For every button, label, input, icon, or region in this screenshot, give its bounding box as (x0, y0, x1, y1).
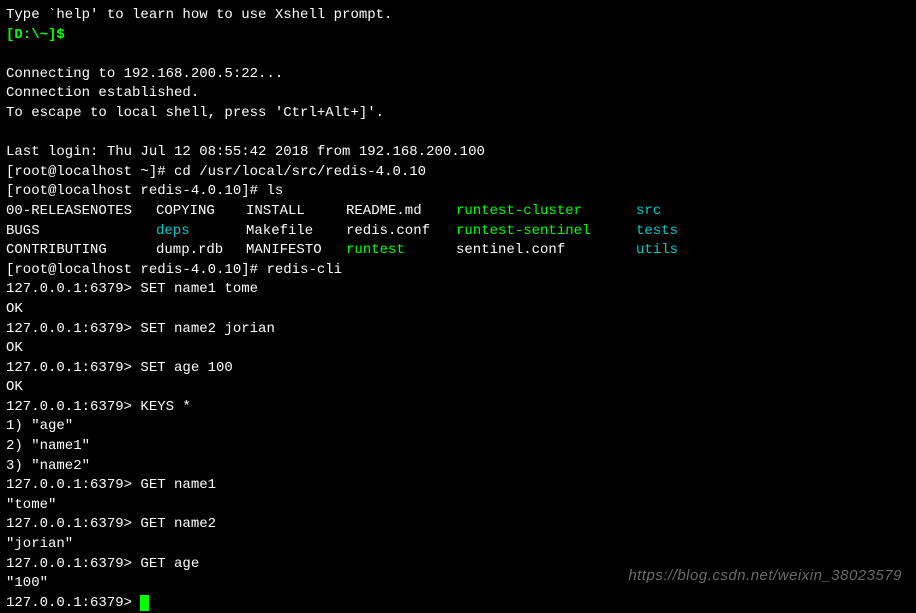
ls-dir: src (636, 202, 736, 222)
cmd-cd: cd /usr/local/src/redis-4.0.10 (174, 164, 426, 180)
ls-dir: deps (156, 222, 246, 242)
redis-prompt: 127.0.0.1:6379> (6, 399, 140, 415)
redis-prompt: 127.0.0.1:6379> (6, 360, 140, 376)
ls-dir: utils (636, 241, 736, 261)
cmd-keys: KEYS * (140, 399, 190, 415)
connecting-line: Connecting to 192.168.200.5:22... (6, 65, 910, 85)
redis-prompt: 127.0.0.1:6379> (6, 477, 140, 493)
cmd-get: GET name1 (140, 477, 216, 493)
ls-exec: runtest-cluster (456, 202, 636, 222)
ls-file: README.md (346, 202, 456, 222)
ls-file: BUGS (6, 222, 156, 242)
ls-file: Makefile (246, 222, 346, 242)
get-result: "tome" (6, 496, 910, 516)
cmd-set: SET name1 tome (140, 281, 258, 297)
established-line: Connection established. (6, 84, 910, 104)
keys-result: 2) "name1" (6, 437, 910, 457)
cmd-ls: ls (266, 183, 283, 199)
ls-dir: tests (636, 222, 736, 242)
ls-file: CONTRIBUTING (6, 241, 156, 261)
cmd-set: SET age 100 (140, 360, 232, 376)
redis-prompt: 127.0.0.1:6379> (6, 281, 140, 297)
ls-row: BUGS deps Makefile redis.conf runtest-se… (6, 222, 910, 242)
cmd-get: GET name2 (140, 516, 216, 532)
ls-file: INSTALL (246, 202, 346, 222)
shell-prompt: [root@localhost ~]# (6, 164, 174, 180)
result-ok: OK (6, 339, 910, 359)
result-ok: OK (6, 378, 910, 398)
shell-prompt: [root@localhost redis-4.0.10]# (6, 262, 266, 278)
ls-file: 00-RELEASENOTES (6, 202, 156, 222)
help-line: Type `help' to learn how to use Xshell p… (6, 6, 910, 26)
redis-prompt: 127.0.0.1:6379> (6, 595, 140, 611)
watermark: https://blog.csdn.net/weixin_38023579 (628, 565, 902, 586)
keys-result: 1) "age" (6, 417, 910, 437)
cmd-get: GET age (140, 556, 199, 572)
shell-prompt: [root@localhost redis-4.0.10]# (6, 183, 266, 199)
ls-file: COPYING (156, 202, 246, 222)
ls-file: dump.rdb (156, 241, 246, 261)
escape-line: To escape to local shell, press 'Ctrl+Al… (6, 104, 910, 124)
last-login-line: Last login: Thu Jul 12 08:55:42 2018 fro… (6, 143, 910, 163)
ls-file: sentinel.conf (456, 241, 636, 261)
result-ok: OK (6, 300, 910, 320)
get-result: "jorian" (6, 535, 910, 555)
ls-file: MANIFESTO (246, 241, 346, 261)
redis-prompt: 127.0.0.1:6379> (6, 516, 140, 532)
local-prompt: [D:\~]$ (6, 27, 65, 43)
ls-file: redis.conf (346, 222, 456, 242)
redis-prompt: 127.0.0.1:6379> (6, 556, 140, 572)
redis-prompt: 127.0.0.1:6379> (6, 321, 140, 337)
ls-exec: runtest-sentinel (456, 222, 636, 242)
cursor-icon[interactable] (140, 595, 149, 611)
cmd-set: SET name2 jorian (140, 321, 274, 337)
ls-row: 00-RELEASENOTES COPYING INSTALL README.m… (6, 202, 910, 222)
ls-row: CONTRIBUTING dump.rdb MANIFESTO runtest … (6, 241, 910, 261)
terminal-output[interactable]: Type `help' to learn how to use Xshell p… (6, 6, 910, 613)
keys-result: 3) "name2" (6, 457, 910, 477)
ls-exec: runtest (346, 241, 456, 261)
cmd-redis-cli: redis-cli (266, 262, 342, 278)
